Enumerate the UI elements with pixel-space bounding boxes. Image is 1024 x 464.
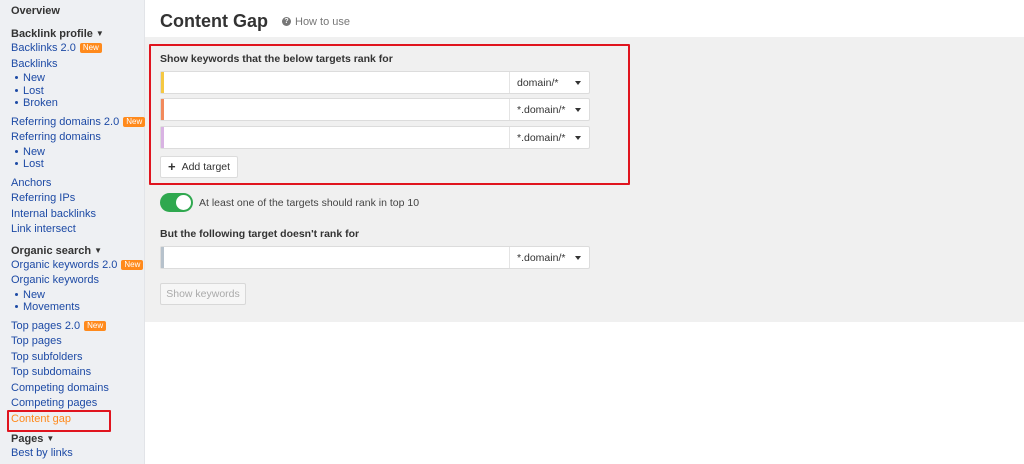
sidebar-item-anchors[interactable]: Anchors bbox=[11, 176, 144, 192]
sidebar-item-organic-keywords[interactable]: Organic keywords bbox=[11, 273, 144, 289]
sidebar-item-organic-keywords-2[interactable]: Organic keywords 2.0 New bbox=[11, 258, 144, 274]
new-badge: New bbox=[84, 320, 107, 331]
sidebar: Overview Backlink profile ▼ Backlinks 2.0… bbox=[0, 0, 146, 464]
target-row-1: domain/* bbox=[160, 71, 590, 94]
bullet-icon bbox=[15, 292, 18, 296]
sidebar-item-backlinks[interactable]: Backlinks bbox=[11, 57, 144, 73]
sidebar-subitem-label: Lost bbox=[23, 84, 44, 97]
sidebar-subitem-label: Broken bbox=[23, 97, 58, 109]
sidebar-heading-pages[interactable]: Pages ▼ bbox=[11, 431, 144, 446]
sidebar-item-label: Top pages 2.0 bbox=[11, 319, 81, 332]
page-title: Content Gap bbox=[160, 11, 268, 31]
exclude-mode-select[interactable]: *.domain/* bbox=[509, 247, 589, 268]
target-row-2: *.domain/* bbox=[160, 98, 590, 121]
sidebar-item-top-pages[interactable]: Top pages bbox=[11, 334, 144, 350]
sidebar-overview[interactable]: Overview bbox=[11, 4, 144, 19]
sidebar-item-backlinks-2[interactable]: Backlinks 2.0 New bbox=[11, 41, 144, 57]
sidebar-item-link-intersect[interactable]: Link intersect bbox=[11, 222, 144, 238]
dropdown-arrow-icon bbox=[575, 107, 581, 112]
new-badge: New bbox=[123, 116, 146, 127]
how-to-use-link[interactable]: How to use bbox=[295, 16, 350, 28]
target-mode-select-2[interactable]: *.domain/* bbox=[509, 99, 589, 120]
mode-label: *.domain/* bbox=[517, 131, 566, 144]
mode-label: *.domain/* bbox=[517, 103, 566, 116]
sidebar-heading-label: Backlink profile bbox=[11, 28, 93, 40]
targets-label: Show keywords that the below targets ran… bbox=[160, 53, 393, 65]
mode-label: domain/* bbox=[517, 76, 559, 89]
sidebar-item-internal-backlinks[interactable]: Internal backlinks bbox=[11, 207, 144, 223]
sidebar-subitem-label: New bbox=[23, 145, 46, 158]
sidebar-subitem-label: New bbox=[23, 72, 46, 84]
sidebar-heading-label: Organic search bbox=[11, 244, 92, 257]
question-icon[interactable]: ? bbox=[282, 17, 291, 26]
top10-toggle-row: At least one of the targets should rank … bbox=[160, 193, 419, 212]
target-input-3[interactable] bbox=[164, 127, 509, 148]
top10-toggle-label: At least one of the targets should rank … bbox=[199, 196, 420, 209]
top10-toggle[interactable] bbox=[160, 193, 193, 212]
add-target-button[interactable]: + Add target bbox=[160, 156, 238, 178]
bullet-icon bbox=[15, 162, 18, 165]
sidebar-item-referring-ips[interactable]: Referring IPs bbox=[11, 191, 144, 207]
sidebar-subitem-keywords-new[interactable]: New bbox=[11, 289, 144, 302]
dropdown-arrow-icon bbox=[575, 135, 581, 140]
bullet-icon bbox=[15, 88, 18, 92]
plus-icon: + bbox=[168, 159, 176, 174]
sidebar-item-top-subfolders[interactable]: Top subfolders bbox=[11, 350, 144, 366]
bullet-icon bbox=[15, 101, 18, 104]
sidebar-item-top-pages-2[interactable]: Top pages 2.0 New bbox=[11, 319, 144, 335]
exclude-label: But the following target doesn't rank fo… bbox=[160, 228, 360, 240]
dropdown-arrow-icon bbox=[575, 255, 581, 260]
sidebar-item-referring-domains[interactable]: Referring domains bbox=[11, 130, 144, 146]
sidebar-heading-organic-search[interactable]: Organic search ▼ bbox=[11, 243, 144, 258]
title-row: Content Gap ? How to use bbox=[145, 0, 1024, 37]
target-input-1[interactable] bbox=[164, 72, 509, 93]
main-content: Content Gap ? How to use Show keywords t… bbox=[145, 0, 1024, 464]
sidebar-subitem-backlinks-broken[interactable]: Broken bbox=[11, 97, 144, 110]
caret-down-icon: ▼ bbox=[46, 434, 55, 443]
caret-down-icon: ▼ bbox=[94, 245, 103, 255]
exclude-target-row: *.domain/* bbox=[160, 246, 590, 269]
new-badge: New bbox=[121, 259, 144, 270]
sidebar-subitem-refdomains-lost[interactable]: Lost bbox=[11, 158, 144, 171]
mode-label: *.domain/* bbox=[517, 251, 566, 264]
sidebar-subitem-label: Movements bbox=[23, 301, 80, 313]
exclude-target-input[interactable] bbox=[164, 247, 509, 268]
sidebar-subitem-refdomains-new[interactable]: New bbox=[11, 146, 144, 159]
add-target-label: Add target bbox=[181, 161, 231, 173]
sidebar-item-top-subdomains[interactable]: Top subdomains bbox=[11, 365, 144, 381]
sidebar-subitem-label: Lost bbox=[23, 158, 44, 170]
new-badge: New bbox=[79, 43, 102, 53]
sidebar-item-label: Backlinks 2.0 bbox=[11, 42, 76, 54]
show-keywords-button[interactable]: Show keywords bbox=[160, 283, 246, 305]
target-mode-select-1[interactable]: domain/* bbox=[509, 72, 589, 93]
caret-down-icon: ▼ bbox=[95, 29, 104, 38]
sidebar-heading-backlink-profile[interactable]: Backlink profile ▼ bbox=[11, 26, 144, 41]
sidebar-heading-label: Pages bbox=[11, 433, 44, 445]
target-mode-select-3[interactable]: *.domain/* bbox=[509, 127, 589, 148]
target-row-3: *.domain/* bbox=[160, 126, 590, 149]
dropdown-arrow-icon bbox=[575, 80, 581, 85]
content-gap-highlight-box bbox=[7, 410, 111, 432]
target-input-2[interactable] bbox=[164, 99, 509, 120]
sidebar-item-best-by-links[interactable]: Best by links bbox=[11, 446, 144, 462]
sidebar-item-label: Referring domains 2.0 bbox=[11, 115, 120, 128]
sidebar-subitem-backlinks-new[interactable]: New bbox=[11, 72, 144, 85]
bullet-icon bbox=[15, 76, 18, 79]
sidebar-item-referring-domains-2[interactable]: Referring domains 2.0 New bbox=[11, 115, 146, 131]
toggle-knob bbox=[176, 195, 191, 210]
sidebar-subitem-label: New bbox=[23, 288, 46, 301]
bullet-icon bbox=[15, 305, 18, 308]
content-gap-form: Show keywords that the below targets ran… bbox=[145, 37, 1024, 322]
sidebar-item-label: Organic keywords 2.0 bbox=[11, 258, 118, 271]
sidebar-subitem-backlinks-lost[interactable]: Lost bbox=[11, 85, 144, 98]
sidebar-subitem-keywords-movements[interactable]: Movements bbox=[11, 301, 144, 314]
sidebar-item-competing-domains[interactable]: Competing domains bbox=[11, 381, 144, 397]
bullet-icon bbox=[15, 149, 18, 153]
